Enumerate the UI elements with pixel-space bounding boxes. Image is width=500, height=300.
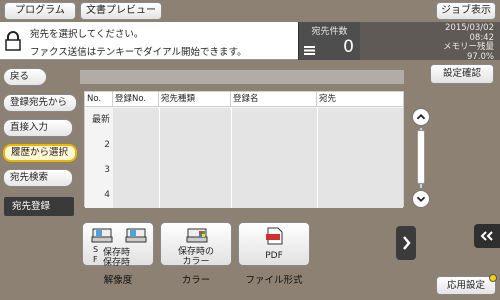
scrollbar[interactable]	[412, 108, 430, 208]
resolution-label: 解像度	[103, 275, 133, 286]
table-row[interactable]: 2	[85, 133, 403, 158]
row-number: 最新	[85, 108, 113, 133]
double-chevron-left-icon	[480, 231, 493, 241]
application-settings-button[interactable]: 応用設定	[436, 274, 497, 295]
f-prefix: F	[93, 255, 98, 264]
pdf-text: PDF	[265, 251, 283, 261]
destination-count-value: 0	[343, 37, 354, 57]
row-number: 4	[85, 183, 113, 208]
settings-confirm-button[interactable]: 設定確認	[430, 64, 494, 84]
date-text: 2015/03/02	[445, 23, 494, 33]
row-number: 3	[85, 158, 113, 183]
program-tab[interactable]: プログラム	[4, 2, 76, 20]
column-header: 宛先	[319, 94, 337, 104]
scanner-icon	[125, 228, 147, 243]
scanner-icon	[91, 228, 113, 243]
instruction-text: 宛先を選択してください。	[30, 29, 144, 40]
scroll-down-icon[interactable]	[412, 190, 430, 208]
list-icon	[304, 46, 315, 55]
color-line2: カラー	[182, 257, 210, 267]
row-cells	[113, 108, 403, 133]
indicator-dot	[489, 274, 497, 282]
color-label: カラー	[181, 275, 211, 286]
scroll-up-icon[interactable]	[412, 108, 430, 126]
row-cells	[113, 183, 403, 208]
application-settings-label: 応用設定	[446, 280, 485, 291]
destination-count-label: 宛先件数	[311, 27, 348, 37]
color-button[interactable]: 保存時の カラー	[160, 222, 232, 267]
column-header: 登録名	[231, 92, 317, 107]
memory-value: 97.0%	[466, 51, 494, 62]
lock-icon	[5, 31, 21, 51]
panel-toggle-button[interactable]	[474, 224, 500, 248]
function-panel: S F 保存時 保存時 解像度 保存時の カラー カラー PDF ファイル形式	[80, 222, 400, 292]
resolution-button[interactable]: S F 保存時 保存時	[82, 222, 154, 268]
row-number: 2	[85, 133, 113, 158]
file-format-label: ファイル形式	[245, 275, 303, 286]
row-cells	[113, 158, 403, 183]
history-table: No. 登録No. 宛先種類 登録名 宛先 最新 2 3 4	[84, 91, 404, 208]
table-row[interactable]: 4	[85, 183, 403, 208]
table-row[interactable]: 最新	[85, 108, 403, 133]
destination-count-box: 宛先件数 0	[298, 22, 360, 60]
sidebar-item-history[interactable]: 履歴から選択	[3, 144, 77, 162]
fax-hint-text: ファクス送信はテンキーでダイアル開始できます。	[30, 47, 247, 58]
register-destination-button[interactable]: 宛先登録	[4, 197, 74, 216]
sidebar-item-search[interactable]: 宛先検索	[3, 169, 73, 187]
message-bar: 宛先を選択してください。 ファクス送信はテンキーでダイアル開始できます。	[0, 22, 298, 60]
next-page-button[interactable]	[396, 226, 416, 260]
document-preview-tab[interactable]: 文書プレビュー	[80, 2, 162, 20]
pdf-icon	[266, 227, 283, 245]
scroll-thumb[interactable]	[417, 130, 425, 184]
file-format-button[interactable]: PDF	[238, 222, 310, 266]
sidebar-item-direct-input[interactable]: 直接入力	[3, 119, 73, 137]
table-header: No. 登録No. 宛先種類 登録名 宛先	[85, 92, 403, 107]
column-header: No.	[85, 92, 113, 107]
table-row[interactable]: 3	[85, 158, 403, 183]
column-header: 登録No.	[113, 92, 159, 107]
job-display-tab[interactable]: ジョブ表示	[436, 2, 496, 20]
header-strip	[80, 70, 404, 84]
row-cells	[113, 133, 403, 158]
sidebar-item-registered[interactable]: 登録宛先から	[3, 94, 77, 112]
chevron-right-icon	[403, 236, 411, 250]
status-info: 2015/03/02 08:42 メモリー残量 97.0%	[360, 22, 500, 62]
color-scanner-icon	[186, 228, 208, 243]
s-prefix: S	[93, 245, 99, 254]
back-button[interactable]: 戻る	[3, 68, 47, 86]
column-header: 宛先種類	[159, 92, 231, 107]
resolution-line2: 保存時	[103, 258, 131, 268]
